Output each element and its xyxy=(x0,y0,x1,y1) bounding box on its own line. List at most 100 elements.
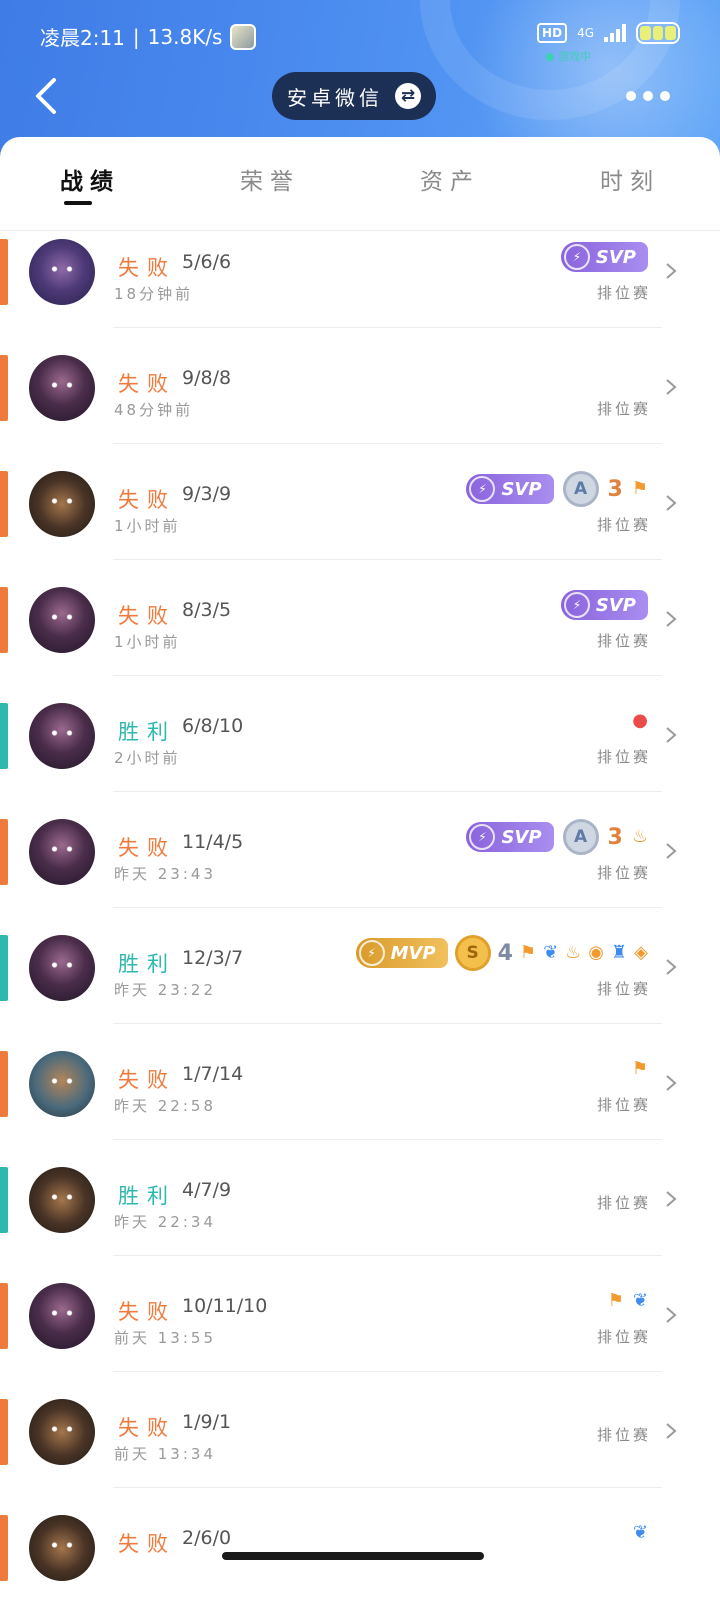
match-row[interactable]: 失败 1/9/1 前天 13:34 排位赛 xyxy=(0,1398,720,1514)
match-row[interactable]: 失败 10/11/10 前天 13:55 ⚑ ❦ 排位赛 xyxy=(0,1282,720,1398)
match-time: 昨天 23:22 xyxy=(114,981,216,999)
match-kda: 2/6/0 xyxy=(182,1527,232,1549)
match-row[interactable]: 失败 11/4/5 昨天 23:43 ⚡ SVP A 3 ♨ 排位赛 xyxy=(0,818,720,934)
gold-icon: ◈ xyxy=(634,942,648,963)
app-notification-icon xyxy=(230,23,257,50)
kill-streak-count: 4 xyxy=(497,940,513,966)
match-kda: 6/8/10 xyxy=(182,715,244,737)
match-time: 1小时前 xyxy=(114,517,181,535)
row-divider xyxy=(113,327,662,328)
match-time: 48分钟前 xyxy=(114,401,194,419)
first-blood-icon: ● xyxy=(632,710,648,731)
rating-a-medal: A xyxy=(562,819,599,855)
tab-records[interactable]: 战绩 xyxy=(0,137,180,230)
match-row[interactable]: 失败 1/7/14 昨天 22:58 ⚑ 排位赛 xyxy=(0,1050,720,1166)
match-kda: 5/6/6 xyxy=(182,251,232,273)
result-color-bar xyxy=(0,1515,8,1581)
account-switch-label: 安卓微信 xyxy=(287,85,383,110)
row-divider xyxy=(113,1023,662,1024)
match-row[interactable]: 失败 5/6/6 18分钟前 ⚡ SVP 排位赛 xyxy=(0,238,720,354)
match-time: 2小时前 xyxy=(114,749,181,767)
row-divider xyxy=(113,559,662,560)
hero-avatar xyxy=(29,1515,95,1581)
account-switch-button[interactable]: 安卓微信 ⇄ xyxy=(272,72,436,120)
match-result: 失败 xyxy=(118,1416,176,1440)
match-mode: 排位赛 xyxy=(597,632,652,650)
more-options-icon[interactable] xyxy=(626,82,670,110)
home-indicator[interactable] xyxy=(222,1552,484,1560)
chevron-right-icon xyxy=(666,611,677,627)
match-time: 前天 13:55 xyxy=(114,1329,216,1347)
row-divider xyxy=(113,1255,662,1256)
tab-assets[interactable]: 资产 xyxy=(360,137,540,230)
match-badges: ❦ xyxy=(633,1518,648,1548)
match-row[interactable]: 胜利 12/3/7 昨天 23:22 ⚡ MVP S 4 ⚑ ❦ ♨ ◉ ♜ ◈ … xyxy=(0,934,720,1050)
mvp-label: MVP xyxy=(390,942,436,964)
match-row[interactable]: 胜利 6/8/10 2小时前 ● 排位赛 xyxy=(0,702,720,818)
match-time: 前天 13:34 xyxy=(114,1445,216,1463)
hero-avatar xyxy=(29,239,95,305)
chevron-right-icon xyxy=(666,1423,677,1439)
match-mode: 排位赛 xyxy=(597,864,652,882)
row-divider xyxy=(113,1487,662,1488)
match-row[interactable]: 失败 9/3/9 1小时前 ⚡ SVP A 3 ⚑ 排位赛 xyxy=(0,470,720,586)
match-row[interactable]: 失败 8/3/5 1小时前 ⚡ SVP 排位赛 xyxy=(0,586,720,702)
in-game-indicator: ● 游戏中 xyxy=(545,50,592,63)
hero-avatar xyxy=(29,703,95,769)
status-divider: | xyxy=(132,24,140,49)
result-color-bar xyxy=(0,819,8,885)
svp-badge: ⚡ SVP xyxy=(466,822,554,852)
match-badges: ⚡ SVP xyxy=(560,590,648,620)
result-color-bar xyxy=(0,239,8,305)
hero-avatar xyxy=(29,355,95,421)
row-divider xyxy=(113,443,662,444)
match-result: 失败 xyxy=(118,1068,176,1092)
chevron-right-icon xyxy=(666,1307,677,1323)
svp-icon: ⚡ xyxy=(469,476,496,502)
hero-avatar xyxy=(29,1399,95,1465)
match-kda: 12/3/7 xyxy=(182,947,244,969)
match-badges: ⚡ SVP A 3 ⚑ xyxy=(466,471,648,507)
match-row[interactable]: 胜利 4/7/9 昨天 22:34 排位赛 xyxy=(0,1166,720,1282)
flame-icon: ♨ xyxy=(631,826,648,847)
status-bar-left: 凌晨2:11 | 13.8K/s xyxy=(40,22,257,51)
match-badges: ● xyxy=(632,706,648,736)
match-result: 失败 xyxy=(118,836,176,860)
match-result: 失败 xyxy=(118,604,176,628)
match-mode: 排位赛 xyxy=(597,748,652,766)
svp-label: SVP xyxy=(595,246,636,268)
back-arrow-icon[interactable] xyxy=(26,74,70,118)
match-time: 昨天 22:58 xyxy=(114,1097,216,1115)
chevron-right-icon xyxy=(666,1075,677,1091)
chevron-right-icon xyxy=(666,843,677,859)
result-color-bar xyxy=(0,587,8,653)
match-kda: 1/7/14 xyxy=(182,1063,244,1085)
match-row[interactable]: 失败 9/8/8 48分钟前 排位赛 xyxy=(0,354,720,470)
tab-moments[interactable]: 时刻 xyxy=(540,137,720,230)
match-mode: 排位赛 xyxy=(597,400,652,418)
tab-bar: 战绩 荣誉 资产 时刻 xyxy=(0,137,720,231)
flame-icon: ♨ xyxy=(565,942,582,963)
row-divider xyxy=(113,791,662,792)
tab-honors[interactable]: 荣誉 xyxy=(180,137,360,230)
rating-a-medal: A xyxy=(562,471,599,507)
svp-badge: ⚡ SVP xyxy=(560,590,648,620)
match-badges: ⚡ MVP S 4 ⚑ ❦ ♨ ◉ ♜ ◈ xyxy=(355,935,648,971)
svp-label: SVP xyxy=(501,826,542,848)
match-result: 胜利 xyxy=(118,952,176,976)
svp-label: SVP xyxy=(595,594,636,616)
hd-icon: HD xyxy=(537,23,568,43)
chevron-right-icon xyxy=(666,495,677,511)
svp-badge: ⚡ SVP xyxy=(466,474,554,504)
match-time: 1小时前 xyxy=(114,633,181,651)
result-color-bar xyxy=(0,1399,8,1465)
match-kda: 8/3/5 xyxy=(182,599,232,621)
chevron-right-icon xyxy=(666,727,677,743)
flag-icon: ⚑ xyxy=(519,942,537,963)
tower-icon: ♜ xyxy=(611,942,628,963)
flag-icon: ⚑ xyxy=(631,1058,648,1079)
row-divider xyxy=(113,1371,662,1372)
match-mode: 排位赛 xyxy=(597,516,652,534)
row-divider xyxy=(113,675,662,676)
match-kda: 9/3/9 xyxy=(182,483,232,505)
